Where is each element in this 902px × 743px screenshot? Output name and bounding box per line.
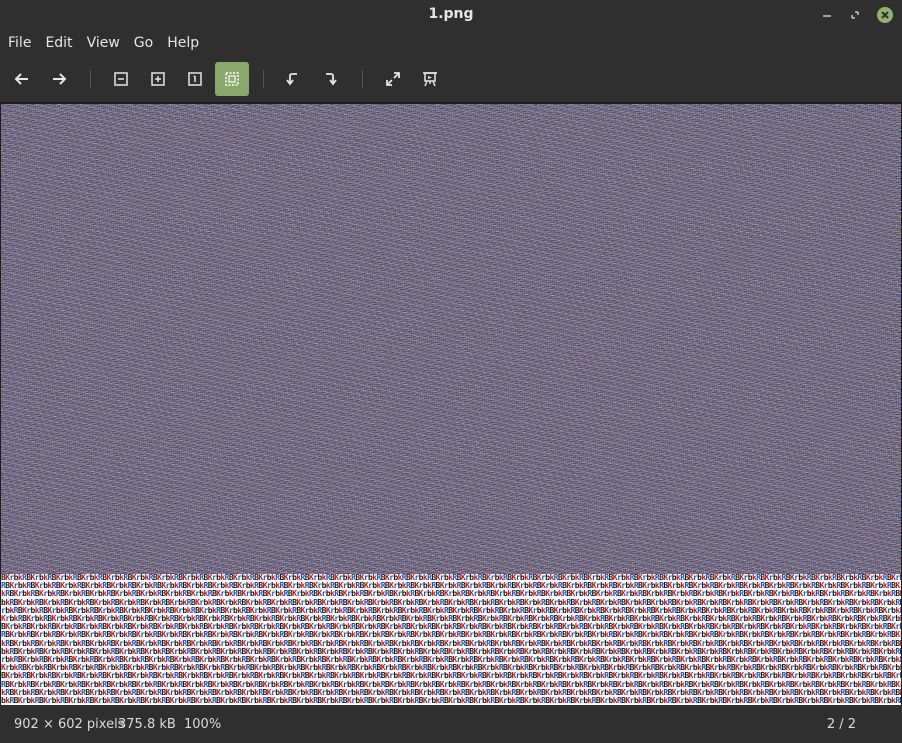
rotate-left-button[interactable] [276,62,310,96]
slideshow-button[interactable] [413,62,447,96]
arrow-right-icon [53,73,67,85]
next-image-button[interactable] [42,62,76,96]
status-bar: 902 × 602 pixels 375.8 kB 100% 2 / 2 [0,706,902,743]
menu-file[interactable]: File [0,30,38,56]
menu-help[interactable]: Help [160,30,206,56]
image-text-row: bkRBKrbkRBKrbkRBKrbkRBKrbkRBKrbkRBKrbkRB… [1,696,901,705]
zoom-out-button[interactable] [104,62,138,96]
fullscreen-icon [386,72,400,86]
close-icon [877,7,893,23]
rotate-right-icon [326,73,337,86]
zoom-fit-icon [225,72,239,86]
zoom-in-icon [151,72,165,86]
restore-icon [851,11,859,19]
toolbar-separator [263,70,264,88]
image-noise-region [1,104,901,574]
window-title: 1.png [428,6,474,22]
arrow-left-icon [14,73,28,85]
zoom-out-icon [114,72,128,86]
toolbar-separator [362,70,363,88]
zoom-fit-button[interactable] [215,62,249,96]
image-viewport[interactable]: BKrbkRBKrbkRBKrbkRBKrbkRBKrbkRBKrbkRBKrb… [0,102,902,705]
image-dimensions: 902 × 602 pixels [14,717,125,732]
toolbar [0,58,902,100]
file-size: 375.8 kB [118,717,176,732]
menu-bar: File Edit View Go Help [0,30,902,56]
maximize-button[interactable] [846,6,864,24]
toolbar-separator [90,70,91,88]
zoom-normal-button[interactable] [178,62,212,96]
rotate-left-icon [286,73,297,86]
previous-image-button[interactable] [5,62,39,96]
slideshow-icon [423,72,437,87]
close-button[interactable] [876,6,894,24]
fullscreen-button[interactable] [376,62,410,96]
menu-view[interactable]: View [80,30,127,56]
image-viewer-window: 1.png File Edit View Go Help BKrbkRBKrbk… [0,0,902,743]
rotate-right-button[interactable] [313,62,347,96]
menu-edit[interactable]: Edit [38,30,79,56]
zoom-in-button[interactable] [141,62,175,96]
minimize-button[interactable] [818,6,836,24]
minimize-icon [823,15,831,17]
zoom-level: 100% [184,717,222,732]
menu-go[interactable]: Go [127,30,160,56]
image-text-pattern-region: BKrbkRBKrbkRBKrbkRBKrbkRBKrbkRBKrbkRBKrb… [1,574,901,705]
zoom-normal-icon [188,72,202,86]
title-bar[interactable]: 1.png [0,0,902,30]
image-position: 2 / 2 [826,717,856,732]
